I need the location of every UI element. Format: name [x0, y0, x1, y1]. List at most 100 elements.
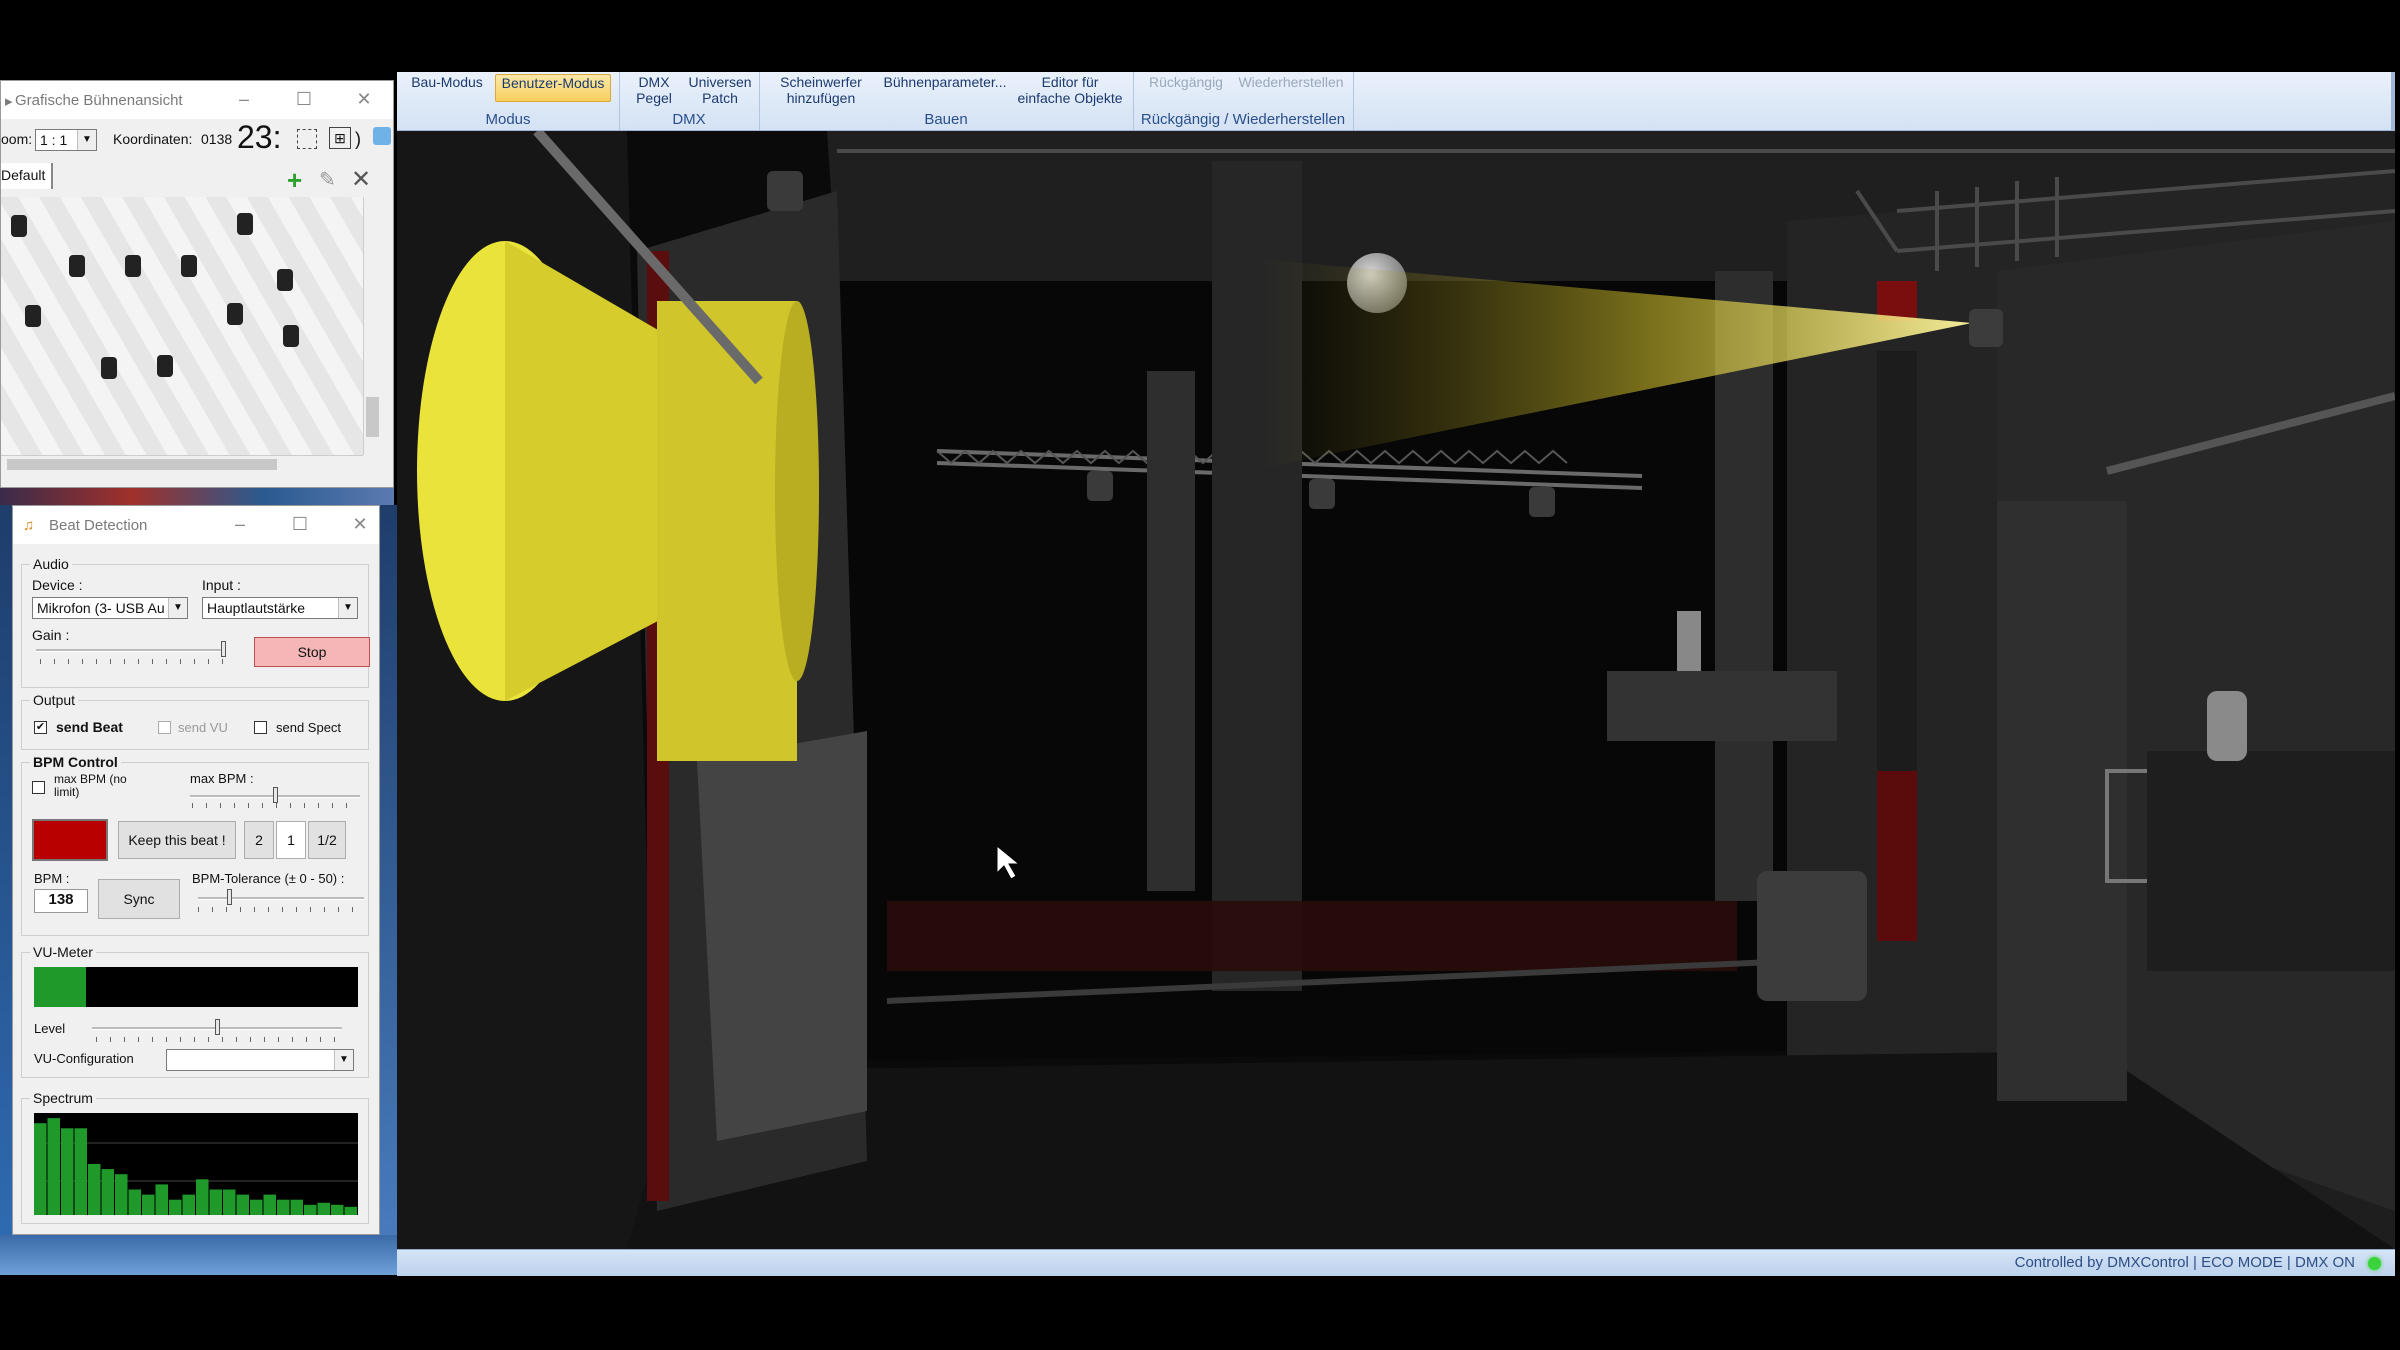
ribbon-edge — [2391, 72, 2395, 130]
layer-tab[interactable]: Default — [1, 163, 53, 189]
send-spect-label: send Spect — [276, 720, 342, 735]
edit-icon[interactable]: ✎ — [319, 167, 336, 192]
benutzer-modus-button[interactable]: Benutzer-Modus — [495, 74, 611, 102]
ribbon-group-undo: Rückgängig Wiederherstellen Rückgängig /… — [1133, 72, 1354, 130]
bpm-control-legend: BPM Control — [30, 754, 121, 770]
audio-group: Audio Device : Mikrofon (3- USB Au ▼ Inp… — [21, 556, 370, 688]
window-title: Beat Detection — [49, 517, 148, 534]
coordinates-value: 0138 — [201, 131, 233, 147]
minimize-button[interactable]: – — [225, 514, 255, 535]
dmx-pegel-button[interactable]: DMX Pegel — [629, 74, 679, 106]
vu-meter-legend: VU-Meter — [30, 944, 96, 960]
grid-icon[interactable]: ⊞ — [329, 127, 351, 149]
spectrum-bar — [331, 1204, 344, 1215]
output-group: Output ✔ send Beat send VU send Spect — [21, 692, 369, 750]
beat-indicator — [32, 819, 108, 861]
input-select[interactable]: Hauptlautstärke ▼ — [202, 597, 358, 619]
spectrum-bar — [128, 1189, 141, 1215]
ribbon-group-label: Modus — [485, 111, 531, 128]
tolerance-slider-ticks — [198, 907, 364, 912]
tolerance-slider-track[interactable] — [198, 897, 364, 900]
sync-button[interactable]: Sync — [98, 879, 180, 919]
fixture-canvas[interactable] — [1, 197, 363, 455]
scrollbar-thumb[interactable] — [7, 459, 277, 470]
bpm-tolerance-label: BPM-Tolerance (± 0 - 50) : — [192, 871, 345, 886]
ribbon-group-label: Bauen — [924, 111, 968, 128]
spectrum-bar — [115, 1174, 128, 1215]
maximize-button[interactable]: ☐ — [289, 89, 319, 110]
add-icon[interactable]: + — [287, 165, 302, 196]
spectrum-bar — [236, 1194, 249, 1215]
universen-patch-button[interactable]: Universen Patch — [687, 74, 753, 106]
bpm-single-button[interactable]: 1 — [276, 821, 306, 859]
zoom-select[interactable]: 1 : 1 ▼ — [35, 129, 97, 151]
close-button[interactable]: ✕ — [349, 89, 379, 110]
stop-button[interactable]: Stop — [254, 637, 370, 667]
close-button[interactable]: ✕ — [345, 514, 375, 535]
scrollbar-thumb[interactable] — [366, 397, 379, 437]
spectrum-bar — [74, 1128, 87, 1215]
send-spect-checkbox[interactable] — [254, 721, 267, 734]
undo-button[interactable]: Rückgängig — [1141, 74, 1231, 90]
vu-config-label: VU-Configuration — [34, 1051, 134, 1066]
bpm-half-button[interactable]: 1/2 — [308, 821, 346, 859]
device-select[interactable]: Mikrofon (3- USB Au ▼ — [32, 597, 188, 619]
level-slider-thumb[interactable] — [214, 1019, 220, 1035]
ribbon-group-modus: Bau-Modus Benutzer-Modus Modus — [397, 72, 620, 130]
bpm-value: 138 — [34, 889, 88, 913]
keep-beat-button[interactable]: Keep this beat ! — [118, 821, 236, 859]
minimize-button[interactable]: – — [229, 89, 259, 110]
spectrum-bar — [209, 1189, 222, 1215]
select-area-icon[interactable] — [297, 129, 317, 149]
max-bpm-slider-thumb[interactable] — [272, 787, 278, 803]
send-beat-label: send Beat — [56, 719, 123, 735]
spectrum-bar — [277, 1199, 290, 1215]
spectrum-bar — [88, 1164, 101, 1215]
input-value: Hauptlautstärke — [207, 600, 306, 616]
spectrum-bar — [169, 1199, 182, 1215]
ribbon-group-dmx: DMX Pegel Universen Patch DMX — [619, 72, 760, 130]
refresh-icon[interactable] — [373, 127, 391, 145]
send-beat-checkbox[interactable]: ✔ — [34, 721, 47, 734]
zoom-value: 1 : 1 — [40, 132, 68, 148]
gain-slider-track[interactable] — [36, 649, 226, 652]
ribbon-group-label: DMX — [672, 111, 706, 128]
title-bar: ♫ Beat Detection – ☐ ✕ — [13, 506, 379, 544]
stage-3d-viewport[interactable] — [397, 131, 2395, 1249]
zoom-label: oom: — [1, 131, 33, 147]
bpm-double-button[interactable]: 2 — [244, 821, 274, 859]
send-vu-label: send VU — [178, 720, 228, 735]
spectrum-bar — [344, 1206, 357, 1215]
level-slider-ticks — [96, 1037, 342, 1042]
spectrum-bar — [47, 1118, 60, 1215]
gain-slider-ticks — [40, 659, 226, 664]
spectrum-legend: Spectrum — [30, 1090, 96, 1106]
audio-legend: Audio — [30, 556, 72, 572]
redo-button[interactable]: Wiederherstellen — [1231, 74, 1351, 90]
vertical-scrollbar[interactable] — [363, 197, 382, 455]
bau-modus-button[interactable]: Bau-Modus — [407, 74, 487, 90]
horizontal-scrollbar[interactable] — [1, 455, 363, 474]
editor-einfache-objekte-button[interactable]: Editor für einfache Objekte — [1009, 74, 1131, 106]
desktop-wallpaper — [380, 505, 397, 1275]
scheinwerfer-hinzufuegen-button[interactable]: Scheinwerfer hinzufügen — [765, 74, 877, 106]
send-vu-checkbox[interactable] — [158, 721, 171, 734]
title-bar: ▸ Grafische Bühnenansicht – ☐ ✕ — [1, 81, 393, 119]
vu-meter-group: VU-Meter Level VU-Configuration ▼ — [21, 944, 369, 1078]
tolerance-slider-thumb[interactable] — [226, 889, 232, 905]
fixture-icons — [11, 213, 299, 379]
bpm-control-group: BPM Control max BPM (no limit) max BPM :… — [21, 754, 369, 936]
spectrum-bar — [182, 1194, 195, 1215]
max-bpm-nolimit-checkbox[interactable] — [32, 781, 45, 794]
chevron-down-icon: ▼ — [168, 598, 187, 618]
spectrum-bar — [304, 1204, 317, 1215]
gain-slider-thumb[interactable] — [221, 641, 226, 657]
spectrum-bar — [263, 1194, 276, 1215]
moving-head-right — [1969, 309, 2003, 347]
vu-config-select[interactable]: ▼ — [166, 1049, 354, 1071]
maximize-button[interactable]: ☐ — [285, 514, 315, 535]
spectrum-bar — [142, 1194, 155, 1215]
vu-meter-display — [34, 967, 358, 1007]
delete-icon[interactable]: ✕ — [351, 165, 371, 194]
buehnenparameter-button[interactable]: Bühnenparameter... — [879, 74, 1011, 90]
